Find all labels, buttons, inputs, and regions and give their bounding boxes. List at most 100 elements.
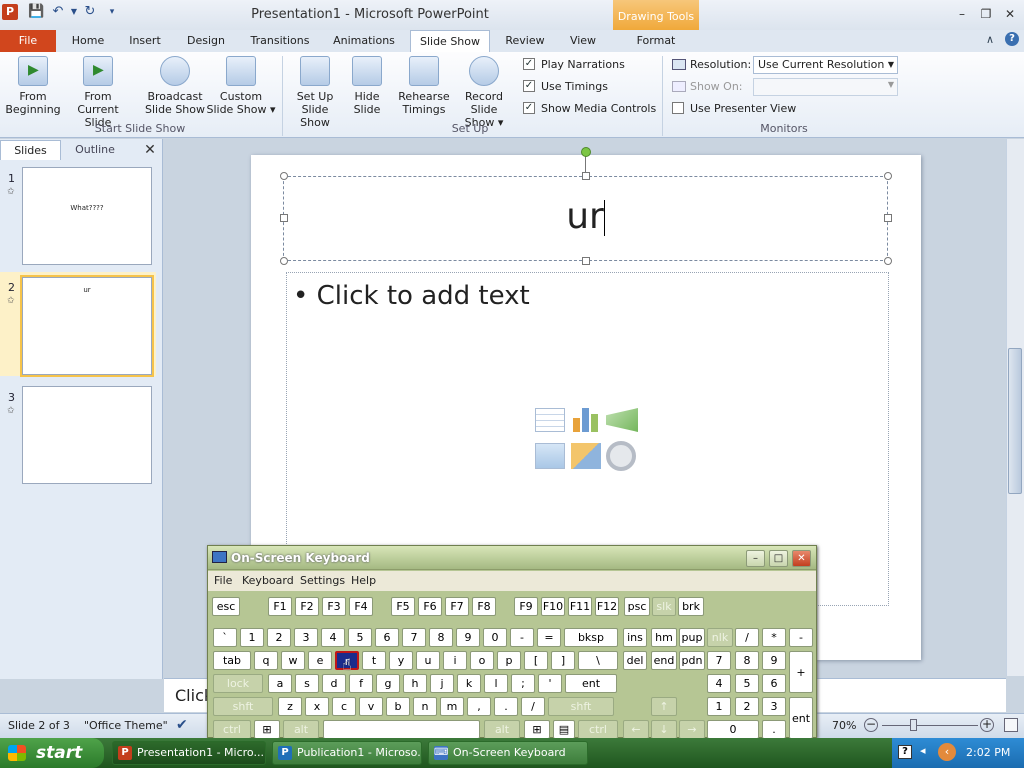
key-7[interactable]: 7 (707, 651, 731, 670)
windows-key-icon[interactable]: ⊞ (524, 720, 550, 739)
set-up-slide-show-button[interactable]: Set Up Slide Show (286, 56, 344, 129)
tab-insert[interactable]: Insert (120, 30, 170, 52)
key-2191[interactable]: ↑ (651, 697, 677, 716)
windows-key-icon[interactable]: ⊞ (254, 720, 280, 739)
key-m[interactable]: m (440, 697, 464, 716)
key-F4[interactable]: F4 (349, 597, 373, 616)
insert-clip-art-icon[interactable] (571, 443, 601, 469)
osk-menu-file[interactable]: File (214, 574, 232, 587)
key-2c[interactable]: , (467, 697, 491, 716)
close-button[interactable]: ✕ (1000, 6, 1020, 22)
key-3b[interactable]: ; (511, 674, 535, 693)
resize-handle[interactable] (280, 172, 288, 180)
key-alt[interactable]: alt (484, 720, 520, 739)
key-nlk[interactable]: nlk (707, 628, 733, 647)
resize-handle[interactable] (280, 257, 288, 265)
key-F2[interactable]: F2 (295, 597, 319, 616)
key-u[interactable]: u (416, 651, 440, 670)
key-5d[interactable]: ] (551, 651, 575, 670)
key-pup[interactable]: pup (679, 628, 705, 647)
tab-transitions[interactable]: Transitions (244, 30, 316, 52)
start-button[interactable]: start (0, 738, 104, 768)
osk-close-button[interactable]: ✕ (792, 550, 811, 567)
key-del[interactable]: del (623, 651, 647, 670)
osk-menu-settings[interactable]: Settings (300, 574, 345, 587)
key-f[interactable]: f (349, 674, 373, 693)
resize-handle[interactable] (884, 172, 892, 180)
from-beginning-button[interactable]: ▶ From Beginning (4, 56, 62, 116)
tab-home[interactable]: Home (64, 30, 112, 52)
key-d[interactable]: d (322, 674, 346, 693)
key-3[interactable]: 3 (294, 628, 318, 647)
keypad-enter-key[interactable]: ent (789, 697, 813, 739)
key-ctrl[interactable]: ctrl (578, 720, 618, 739)
zoom-out-icon[interactable]: − (864, 718, 878, 732)
key-s[interactable]: s (295, 674, 319, 693)
key-2e[interactable]: . (762, 720, 786, 739)
tray-chevron-icon[interactable]: ◂ (920, 744, 926, 757)
key-6[interactable]: 6 (375, 628, 399, 647)
key-g[interactable]: g (376, 674, 400, 693)
record-slide-show-button[interactable]: Record Slide Show ▾ (450, 56, 518, 129)
key-alt[interactable]: alt (283, 720, 319, 739)
key-2e[interactable]: . (494, 697, 518, 716)
key-5b[interactable]: [ (524, 651, 548, 670)
key-o[interactable]: o (470, 651, 494, 670)
presenter-view-checkbox[interactable] (672, 102, 684, 114)
key-w[interactable]: w (281, 651, 305, 670)
key-0[interactable]: 0 (483, 628, 507, 647)
key-e[interactable]: e (308, 651, 332, 670)
key-9[interactable]: 9 (762, 651, 786, 670)
tab-slide-show[interactable]: Slide Show (410, 30, 490, 52)
restore-button[interactable]: ❐ (976, 6, 996, 22)
key-l[interactable]: l (484, 674, 508, 693)
key-p[interactable]: p (497, 651, 521, 670)
tab-review[interactable]: Review (498, 30, 552, 52)
key-8[interactable]: 8 (735, 651, 759, 670)
key-4[interactable]: 4 (321, 628, 345, 647)
close-panel-icon[interactable]: ✕ (142, 140, 158, 160)
key-t[interactable]: t (362, 651, 386, 670)
key-9[interactable]: 9 (456, 628, 480, 647)
help-tray-icon[interactable]: ? (898, 745, 912, 759)
slide-thumbnail-selected[interactable]: ur (20, 275, 154, 377)
key-shft[interactable]: shft (213, 697, 273, 716)
osk-minimize-button[interactable]: – (746, 550, 765, 567)
key-0[interactable]: 0 (707, 720, 759, 739)
key-bksp[interactable]: bksp (564, 628, 618, 647)
key-tab[interactable]: tab (213, 651, 251, 670)
key-60[interactable]: ` (213, 628, 237, 647)
key-lock[interactable]: lock (213, 674, 263, 693)
key-2[interactable]: 2 (267, 628, 291, 647)
insert-chart-icon[interactable] (571, 406, 601, 432)
slide-thumbnail[interactable] (22, 386, 152, 484)
spell-check-icon[interactable]: ✔ (176, 717, 188, 733)
key-4[interactable]: 4 (707, 674, 731, 693)
tab-file[interactable]: File (0, 30, 56, 52)
key-2f[interactable]: / (521, 697, 545, 716)
fit-slide-icon[interactable] (1004, 718, 1018, 732)
key-F10[interactable]: F10 (541, 597, 565, 616)
insert-table-icon[interactable] (535, 408, 565, 432)
key-6[interactable]: 6 (762, 674, 786, 693)
resize-handle[interactable] (582, 172, 590, 180)
key-1[interactable]: 1 (707, 697, 731, 716)
help-icon[interactable]: ? (1005, 32, 1019, 46)
resolution-select[interactable]: Use Current Resolution ▼ (753, 56, 898, 74)
taskbar-item-publication[interactable]: P Publication1 - Microso... (272, 741, 422, 765)
key-ctrl[interactable]: ctrl (213, 720, 251, 739)
hide-slide-button[interactable]: Hide Slide (348, 56, 386, 116)
key-F3[interactable]: F3 (322, 597, 346, 616)
key-F12[interactable]: F12 (595, 597, 619, 616)
zoom-in-icon[interactable]: + (980, 718, 994, 732)
show-on-select[interactable]: ▼ (753, 78, 898, 96)
tab-view[interactable]: View (560, 30, 606, 52)
key-8[interactable]: 8 (429, 628, 453, 647)
key-2193[interactable]: ↓ (651, 720, 677, 739)
play-narrations-checkbox[interactable]: ✓ (523, 58, 535, 70)
key-z[interactable]: z (278, 697, 302, 716)
key-v[interactable]: v (359, 697, 383, 716)
clock[interactable]: 2:02 PM (966, 746, 1010, 759)
key-2f[interactable]: / (735, 628, 759, 647)
resize-handle[interactable] (582, 257, 590, 265)
